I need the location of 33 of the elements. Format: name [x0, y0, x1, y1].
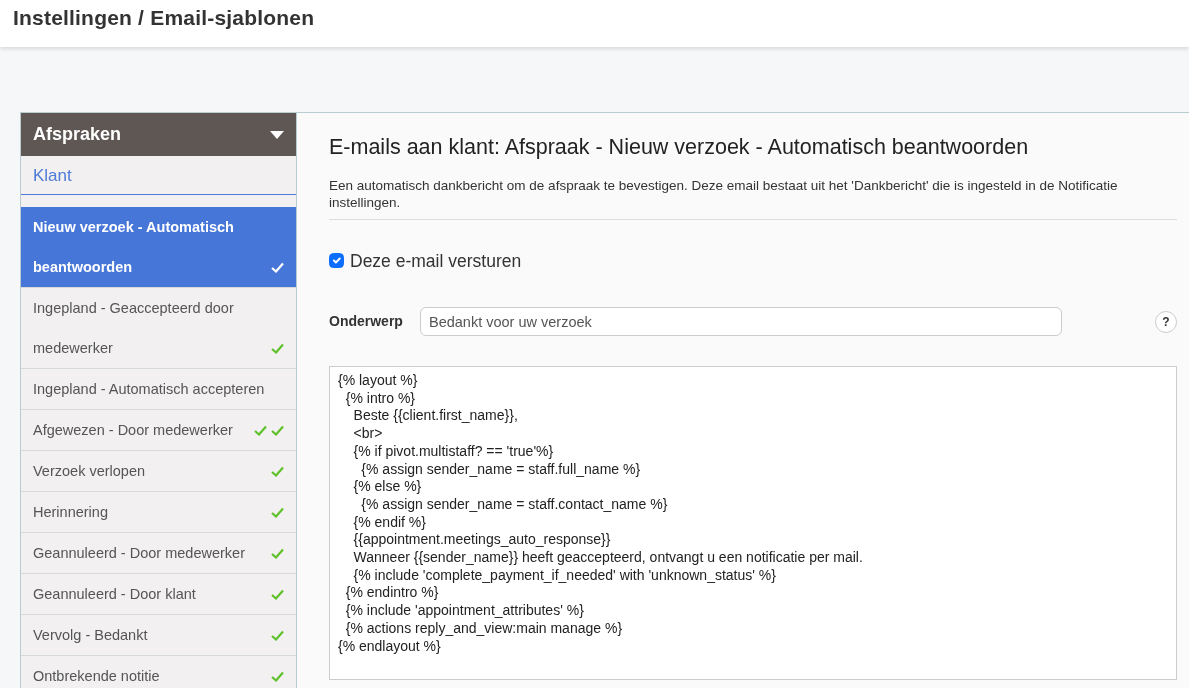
sidebar-item[interactable]: Afgewezen - Door medewerker	[21, 410, 296, 451]
sidebar-item[interactable]: Geannuleerd - Door klant	[21, 574, 296, 615]
sidebar-item[interactable]: Ingepland - Automatisch accepteren	[21, 369, 296, 410]
item-label: Herinnering	[33, 503, 108, 522]
help-button[interactable]: ?	[1155, 310, 1177, 333]
sidebar-item[interactable]: Vervolg - Bedankt	[21, 615, 296, 656]
section-header[interactable]: Afspraken	[21, 113, 296, 156]
item-label: Geannuleerd - Door klant	[33, 585, 196, 604]
item-label: Ingepland - Automatisch accepteren	[33, 380, 265, 399]
template-editor[interactable]: {% layout %} {% intro %} Beste {{client.first_name}}, <br> {% if pivot.multistaff? == 'true'%} {% assign sender_name = staff.full_name %} {% else %} {% assign sender_name = staff.contact_name %} {% endif %} {{appointment.meetings_auto_response}} Wanneer {{sender_name}} heeft geaccepteerd, ontvangt u een notificatie per mail. {% include 'complete_payment_if_needed' with 'unknown_status' %} {% endintro %} {% include 'appointment_attributes' %} {% actions reply_and_view:main manage %} {% endlayout %}	[329, 366, 1177, 681]
sidebar-tab[interactable]: Klant	[21, 156, 296, 195]
item-label: Vervolg - Bedankt	[33, 626, 148, 645]
description: Een automatisch dankbericht om de afspraak te bevestigen. Deze email bestaat uit het 'Dankbericht' die is ingesteld in de Notificatie instellingen.	[329, 176, 1119, 211]
send-checkbox[interactable]	[329, 253, 344, 269]
sidebar-item[interactable]: Ontbrekende notitie	[21, 656, 296, 688]
sidebar-item[interactable]: Ingepland - Geaccepteerd door medewerker	[21, 288, 296, 369]
item-label: Afgewezen - Door medewerker	[33, 421, 233, 440]
sidebar-item[interactable]: Herinnering	[21, 492, 296, 533]
sidebar-item[interactable]: Nieuw verzoek - Automatisch beantwoorden	[21, 207, 296, 288]
caret-down-icon	[270, 130, 284, 139]
item-label: Geannuleerd - Door medewerker	[33, 544, 245, 563]
subject-field[interactable]: Bedankt voor uw verzoek	[420, 307, 1062, 337]
item-label: Verzoek verlopen	[33, 462, 146, 481]
section-title: Afspraken	[33, 123, 122, 146]
item-label: Ontbrekende notitie	[33, 667, 160, 686]
editor-title: E-mails aan klant: Afspraak - Nieuw verzoek - Automatisch beantwoorden	[329, 135, 1030, 161]
checkbox-label[interactable]: Deze e-mail versturen	[350, 247, 522, 275]
sidebar-item[interactable]: Geannuleerd - Door medewerker	[21, 533, 296, 574]
item-label: Ingepland - Geaccepteerd door medewerker	[33, 299, 235, 358]
sidebar-item[interactable]: Verzoek verlopen	[21, 451, 296, 492]
subject-label: Onderwerp	[329, 312, 404, 332]
page-title: Instellingen / Email-sjablonen	[13, 5, 316, 31]
item-label: Nieuw verzoek - Automatisch beantwoorden	[33, 218, 235, 277]
